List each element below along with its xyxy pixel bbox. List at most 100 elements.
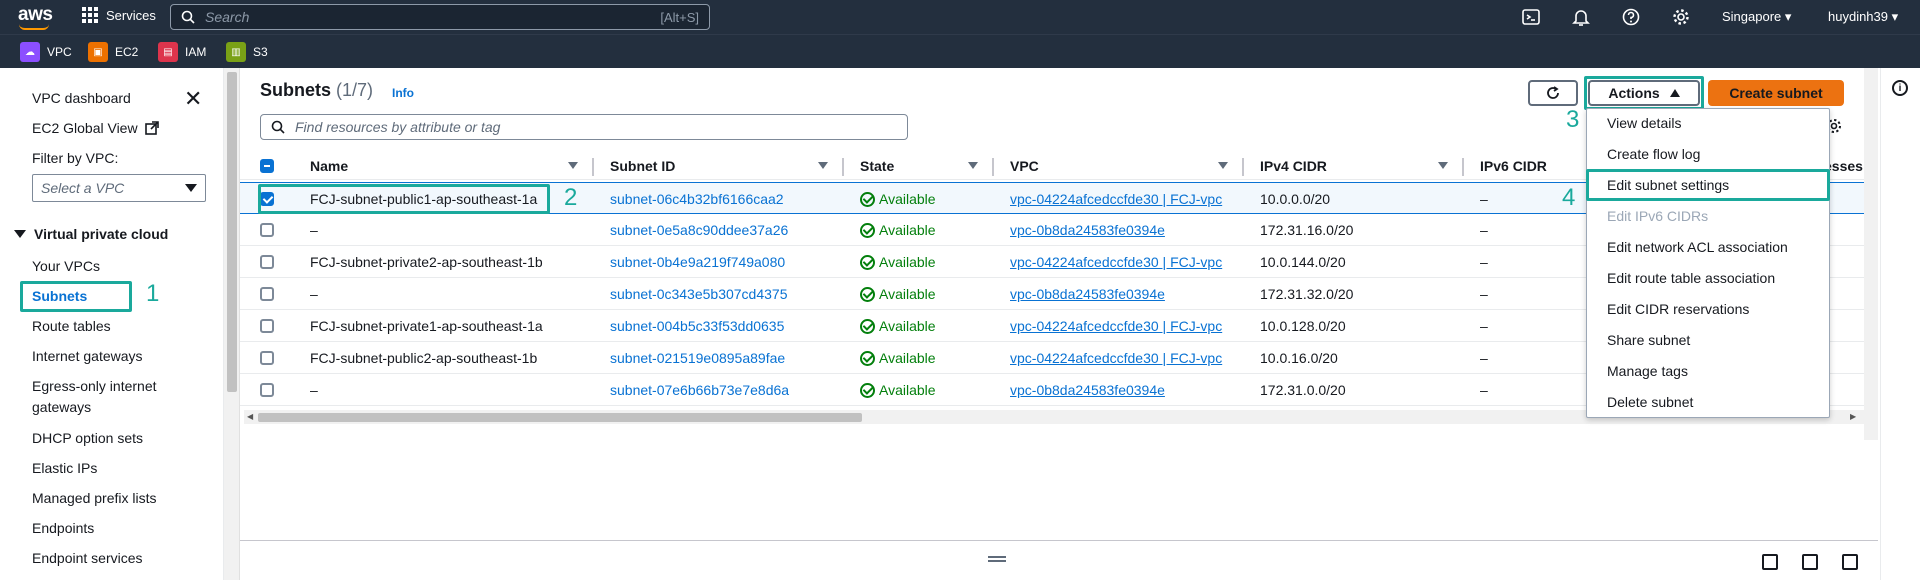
cell-subnet-id[interactable]: subnet-004b5c33f53dd0635 (610, 318, 784, 334)
column-header-ipv6-cidr[interactable]: IPv6 CIDR (1480, 158, 1547, 174)
ec2-service-icon: ▣ (88, 42, 108, 62)
select-all-checkbox[interactable] (260, 159, 274, 173)
gear-icon[interactable] (1672, 8, 1690, 26)
cell-subnet-id[interactable]: subnet-07e6b66b73e7e8d6a (610, 382, 789, 398)
cell-state: Available (860, 382, 936, 398)
favorite-s3[interactable]: ▥ S3 (226, 42, 268, 62)
services-menu-button[interactable]: Services (82, 7, 156, 23)
favorite-ec2[interactable]: ▣ EC2 (88, 42, 138, 62)
cell-subnet-id[interactable]: subnet-0b4e9a219f749a080 (610, 254, 785, 270)
close-icon[interactable]: ✕ (184, 88, 202, 110)
menu-item-delete-subnet[interactable]: Delete subnet (1607, 394, 1693, 410)
menu-item-manage-tags[interactable]: Manage tags (1607, 363, 1688, 379)
cell-vpc[interactable]: vpc-0b8da24583fe0394e (1010, 222, 1165, 238)
column-header-vpc[interactable]: VPC (1010, 158, 1039, 174)
cell-vpc[interactable]: vpc-0b8da24583fe0394e (1010, 382, 1165, 398)
sidebar-item-dhcp-option-sets[interactable]: DHCP option sets (32, 430, 143, 446)
menu-item-view-details[interactable]: View details (1607, 115, 1681, 131)
column-divider[interactable] (842, 158, 844, 176)
menu-item-edit-route-table-association[interactable]: Edit route table association (1607, 270, 1775, 286)
menu-item-edit-ipv6-cidrs: Edit IPv6 CIDRs (1607, 208, 1709, 224)
cell-subnet-id[interactable]: subnet-0e5a8c90ddee37a26 (610, 222, 788, 238)
help-icon[interactable] (1622, 8, 1640, 26)
sort-icon[interactable] (968, 162, 978, 169)
split-close-icon[interactable] (1842, 554, 1858, 570)
cell-vpc[interactable]: vpc-04224afcedccfde30 | FCJ-vpc (1010, 318, 1222, 334)
sidebar-item-endpoint-services[interactable]: Endpoint services (32, 550, 143, 566)
row-checkbox[interactable] (260, 287, 274, 301)
highlight-selected-row (258, 184, 550, 214)
cell-subnet-id[interactable]: subnet-06c4b32bf6166caa2 (610, 191, 784, 207)
create-subnet-button[interactable]: Create subnet (1708, 80, 1844, 106)
sidebar-item-managed-prefix-lists[interactable]: Managed prefix lists (32, 490, 157, 506)
drag-handle-icon[interactable] (988, 556, 1006, 562)
split-side-icon[interactable] (1802, 554, 1818, 570)
sort-icon[interactable] (568, 162, 578, 169)
info-link[interactable]: Info (392, 86, 414, 100)
account-menu[interactable]: huydinh39 ▾ (1828, 9, 1898, 25)
favorite-iam[interactable]: ▤ IAM (158, 42, 206, 62)
cell-ipv4-cidr: 10.0.0.0/20 (1260, 191, 1331, 207)
sort-icon[interactable] (818, 162, 828, 169)
cell-vpc[interactable]: vpc-04224afcedccfde30 | FCJ-vpc (1010, 350, 1222, 366)
column-divider[interactable] (992, 158, 994, 176)
scroll-right-icon[interactable]: ▶ (1850, 412, 1856, 421)
sidebar-item-route-tables[interactable]: Route tables (32, 318, 111, 334)
cell-ipv4-cidr: 172.31.16.0/20 (1260, 222, 1354, 238)
menu-item-create-flow-log[interactable]: Create flow log (1607, 146, 1700, 162)
sidebar-scrollbar[interactable] (224, 68, 240, 580)
column-header-name[interactable]: Name (310, 158, 348, 174)
global-search-input[interactable]: Search [Alt+S] (170, 4, 710, 30)
sidebar-scrollbar-thumb[interactable] (227, 72, 237, 392)
cloudshell-icon[interactable] (1522, 8, 1540, 26)
main-vertical-scrollbar[interactable] (1864, 68, 1878, 440)
menu-item-edit-cidr-reservations[interactable]: Edit CIDR reservations (1607, 301, 1749, 317)
column-divider[interactable] (1462, 158, 1464, 176)
split-bottom-icon[interactable] (1762, 554, 1778, 570)
row-checkbox[interactable] (260, 319, 274, 333)
cell-vpc[interactable]: vpc-04224afcedccfde30 | FCJ-vpc (1010, 191, 1222, 207)
cell-ipv4-cidr: 10.0.144.0/20 (1260, 254, 1346, 270)
column-divider[interactable] (592, 158, 594, 176)
menu-item-edit-network-acl-association[interactable]: Edit network ACL association (1607, 239, 1788, 255)
cell-subnet-id[interactable]: subnet-021519e0895a89fae (610, 350, 785, 366)
favorite-vpc[interactable]: ☁ VPC (20, 42, 72, 62)
column-divider[interactable] (1242, 158, 1244, 176)
find-resources-input[interactable]: Find resources by attribute or tag (260, 114, 908, 140)
sidebar-item-vpc-dashboard[interactable]: VPC dashboard (32, 90, 131, 106)
aws-logo[interactable]: aws (18, 4, 53, 26)
refresh-button[interactable] (1528, 80, 1578, 106)
sidebar-item-internet-gateways[interactable]: Internet gateways (32, 348, 143, 364)
section-virtual-private-cloud[interactable]: Virtual private cloud (14, 226, 168, 242)
horizontal-scrollbar-thumb[interactable] (258, 413, 862, 422)
menu-item-share-subnet[interactable]: Share subnet (1607, 332, 1690, 348)
row-checkbox[interactable] (260, 383, 274, 397)
sidebar-item-ec2-global-view[interactable]: EC2 Global View (32, 120, 160, 136)
cell-subnet-id[interactable]: subnet-0c343e5b307cd4375 (610, 286, 788, 302)
row-checkbox[interactable] (260, 223, 274, 237)
sidebar-item-egress-only-gateways[interactable]: gateways (32, 399, 91, 415)
sort-icon[interactable] (1218, 162, 1228, 169)
sidebar-item-egress-only-internet[interactable]: Egress-only internet (32, 378, 157, 394)
filter-by-vpc-label: Filter by VPC: (32, 150, 119, 166)
row-checkbox[interactable] (260, 255, 274, 269)
cell-ipv6-cidr: – (1480, 286, 1488, 302)
column-header-subnet-id[interactable]: Subnet ID (610, 158, 675, 174)
sidebar-item-your-vpcs[interactable]: Your VPCs (32, 258, 100, 274)
scroll-left-icon[interactable]: ◀ (247, 412, 253, 421)
column-header-ipv4-cidr[interactable]: IPv4 CIDR (1260, 158, 1327, 174)
sidebar-item-endpoints[interactable]: Endpoints (32, 520, 94, 536)
cell-vpc[interactable]: vpc-04224afcedccfde30 | FCJ-vpc (1010, 254, 1222, 270)
vpc-filter-select[interactable]: Select a VPC (32, 174, 206, 202)
help-panel-strip (1880, 68, 1920, 580)
bell-icon[interactable] (1572, 8, 1590, 26)
highlight-actions (1584, 76, 1704, 110)
status-success-icon (860, 191, 875, 207)
cell-vpc[interactable]: vpc-0b8da24583fe0394e (1010, 286, 1165, 302)
column-header-state[interactable]: State (860, 158, 894, 174)
row-checkbox[interactable] (260, 351, 274, 365)
region-selector[interactable]: Singapore ▾ (1722, 9, 1791, 25)
sidebar-item-elastic-ips[interactable]: Elastic IPs (32, 460, 97, 476)
info-panel-icon[interactable]: i (1892, 80, 1908, 96)
sort-icon[interactable] (1438, 162, 1448, 169)
